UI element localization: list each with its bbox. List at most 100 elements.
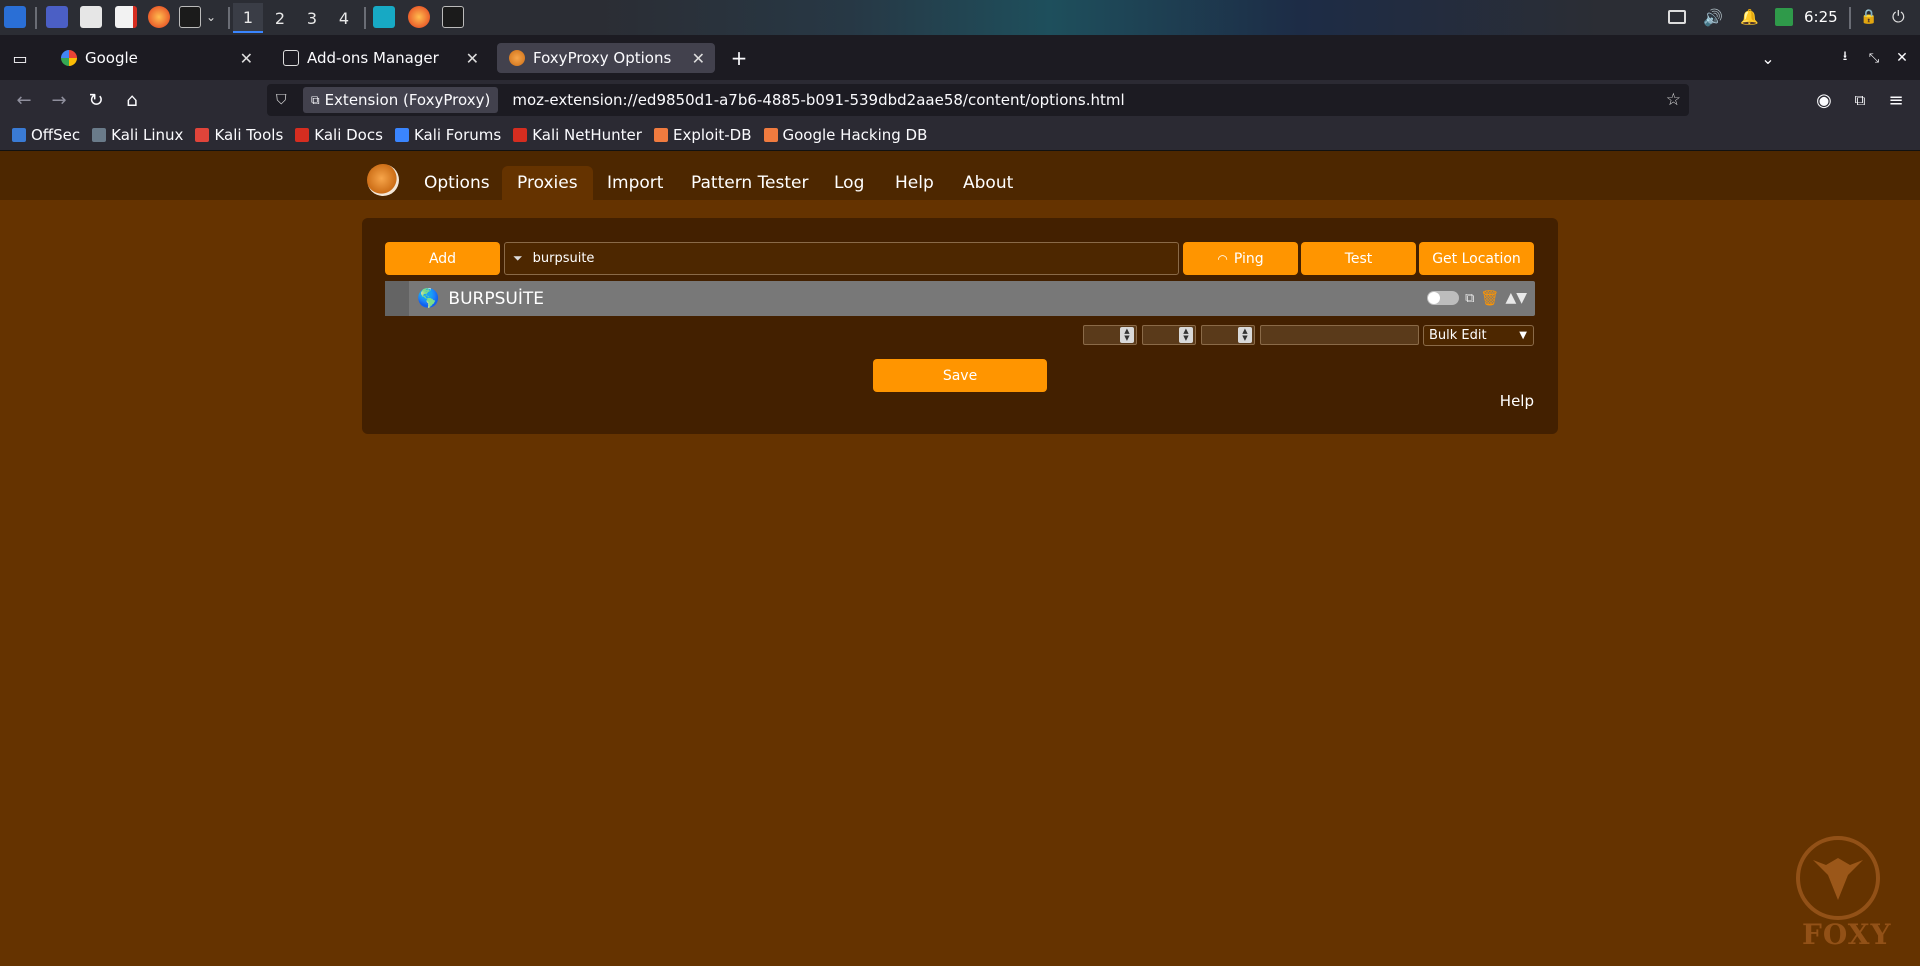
tab-google[interactable]: Google ✕ xyxy=(49,43,263,73)
duplicate-icon[interactable]: ⧉ xyxy=(1465,291,1474,306)
number-stepper-3[interactable]: ▲ ▼ xyxy=(1201,325,1255,345)
bookmark-kali-forums[interactable]: Kali Forums xyxy=(394,126,502,144)
move-up-icon[interactable]: ▲ xyxy=(1505,290,1516,306)
chevron-down-icon[interactable]: ⌄ xyxy=(206,4,216,30)
bookmark-star-icon[interactable]: ☆ xyxy=(1666,90,1681,110)
exploit-db-icon xyxy=(653,128,668,142)
reload-icon[interactable]: ↻ xyxy=(84,88,108,112)
workspace-4[interactable]: 4 xyxy=(329,3,359,33)
power-icon[interactable]: ⏻ xyxy=(1892,4,1905,30)
bookmark-label: Exploit-DB xyxy=(672,126,752,144)
tab-help[interactable]: Help xyxy=(880,166,949,200)
lock-icon[interactable]: 🔒 xyxy=(1860,4,1877,30)
bookmark-label: Kali Linux xyxy=(111,126,184,144)
bookmark-google-hacking-db[interactable]: Google Hacking DB xyxy=(763,126,927,144)
wallpaper-strip xyxy=(600,0,1600,35)
tab-label: Google xyxy=(85,49,138,67)
forward-icon[interactable]: → xyxy=(47,88,71,112)
desktop-icon[interactable] xyxy=(46,4,68,30)
workspace-2[interactable]: 2 xyxy=(265,3,295,33)
kali-menu-icon[interactable] xyxy=(4,4,26,30)
trash-icon[interactable]: 🗑 xyxy=(1480,289,1499,307)
tab-addons-manager[interactable]: Add-ons Manager ✕ xyxy=(271,43,489,73)
extensions-icon[interactable]: ⧉ xyxy=(1848,88,1872,112)
resize-icon[interactable]: ⤡ xyxy=(1863,47,1885,69)
proxies-panel: Add ⏷ burpsuite ◠ Ping Test Get Location … xyxy=(362,218,1558,434)
close-icon[interactable]: ✕ xyxy=(466,49,479,68)
proxy-row[interactable]: 🌎 BURPSUİTE ⧉ 🗑 ▲ ▼ xyxy=(385,281,1535,316)
bulk-edit-select[interactable]: Bulk Edit ▼ xyxy=(1423,325,1534,346)
google-icon xyxy=(61,50,77,66)
notification-bell-icon[interactable]: 🔔 xyxy=(1740,4,1759,30)
spinner-icon[interactable]: ▲ ▼ xyxy=(1120,327,1134,343)
move-down-icon[interactable]: ▼ xyxy=(1516,290,1527,306)
home-icon[interactable]: ⌂ xyxy=(120,88,144,112)
terminal-icon[interactable] xyxy=(179,4,201,30)
number-stepper-2[interactable]: ▲ ▼ xyxy=(1142,325,1196,345)
tab-list-icon[interactable]: ▭ xyxy=(9,47,31,69)
download-icon[interactable]: ⭳ xyxy=(1834,47,1856,69)
bookmark-kali-tools[interactable]: Kali Tools xyxy=(195,126,283,144)
number-stepper-1[interactable]: ▲ ▼ xyxy=(1083,325,1137,345)
drag-handle[interactable] xyxy=(385,281,409,316)
proxy-title[interactable]: BURPSUİTE xyxy=(448,289,544,309)
spinner-icon[interactable]: ▲ ▼ xyxy=(1238,327,1252,343)
test-button[interactable]: Test xyxy=(1301,242,1416,275)
account-icon[interactable]: ◉ xyxy=(1812,88,1836,112)
new-tab-icon[interactable]: + xyxy=(728,46,750,70)
menu-icon[interactable]: ≡ xyxy=(1884,88,1908,112)
ping-button[interactable]: ◠ Ping xyxy=(1183,242,1298,275)
filter-value: burpsuite xyxy=(532,251,595,266)
taskbar-separator xyxy=(228,7,230,29)
puzzle-icon xyxy=(283,50,299,66)
bookmark-kali-nethunter[interactable]: Kali NetHunter xyxy=(513,126,642,144)
bookmark-exploit-db[interactable]: Exploit-DB xyxy=(653,126,752,144)
tab-foxyproxy-options[interactable]: FoxyProxy Options ✕ xyxy=(497,43,715,73)
tab-pattern-tester[interactable]: Pattern Tester xyxy=(676,166,824,200)
firefox-icon[interactable] xyxy=(408,4,430,30)
proxy-filter-input[interactable]: ⏷ burpsuite xyxy=(504,242,1179,275)
battery-icon[interactable] xyxy=(1775,4,1793,30)
files-icon[interactable] xyxy=(80,4,102,30)
foxyproxy-watermark: FOXY xyxy=(1788,830,1908,960)
burpsuite-icon[interactable] xyxy=(373,4,395,30)
back-icon[interactable]: ← xyxy=(12,88,36,112)
tab-log[interactable]: Log xyxy=(819,166,879,200)
shield-icon[interactable]: ⛉ xyxy=(276,92,287,108)
proxy-enable-toggle[interactable] xyxy=(1427,291,1460,305)
bookmark-label: Kali NetHunter xyxy=(532,126,642,144)
list-all-tabs-icon[interactable]: ⌄ xyxy=(1757,47,1779,69)
bookmark-kali-linux[interactable]: Kali Linux xyxy=(92,126,183,144)
volume-icon[interactable]: 🔊 xyxy=(1703,4,1723,30)
terminal-icon[interactable] xyxy=(442,4,464,30)
kali-forums-icon xyxy=(394,128,409,142)
bookmark-kali-docs[interactable]: Kali Docs xyxy=(295,126,383,144)
close-icon[interactable]: ✕ xyxy=(240,49,253,68)
bulk-text-input[interactable] xyxy=(1260,325,1419,345)
close-icon[interactable]: ✕ xyxy=(692,49,705,68)
bookmark-offsec[interactable]: OffSec xyxy=(12,126,80,144)
url-bar[interactable]: ⛉ ⧉ Extension (FoxyProxy) moz-extension:… xyxy=(267,84,1689,116)
spinner-icon[interactable]: ▲ ▼ xyxy=(1179,327,1193,343)
clock[interactable]: 6:25 xyxy=(1804,4,1838,30)
firefox-icon[interactable] xyxy=(148,4,170,30)
save-button[interactable]: Save xyxy=(873,359,1047,392)
tab-options[interactable]: Options xyxy=(409,166,505,200)
extension-identity-chip[interactable]: ⧉ Extension (FoxyProxy) xyxy=(303,87,499,113)
bookmark-label: OffSec xyxy=(31,126,81,144)
text-editor-icon[interactable] xyxy=(115,4,137,30)
close-window-icon[interactable]: ✕ xyxy=(1891,47,1913,69)
add-button[interactable]: Add xyxy=(385,242,500,275)
bookmark-label: Kali Docs xyxy=(314,126,383,144)
help-link[interactable]: Help xyxy=(1500,392,1534,410)
bookmark-label: Kali Forums xyxy=(413,126,502,144)
workspace-3[interactable]: 3 xyxy=(297,3,327,33)
display-icon[interactable] xyxy=(1668,4,1686,30)
tab-about[interactable]: About xyxy=(948,166,1028,200)
workspace-1[interactable]: 1 xyxy=(233,3,263,33)
tab-import[interactable]: Import xyxy=(592,166,678,200)
url-text[interactable]: moz-extension://ed9850d1-a7b6-4885-b091-… xyxy=(512,91,1124,109)
tab-proxies[interactable]: Proxies xyxy=(502,166,593,200)
get-location-button[interactable]: Get Location xyxy=(1419,242,1534,275)
taskbar-separator xyxy=(35,7,37,29)
